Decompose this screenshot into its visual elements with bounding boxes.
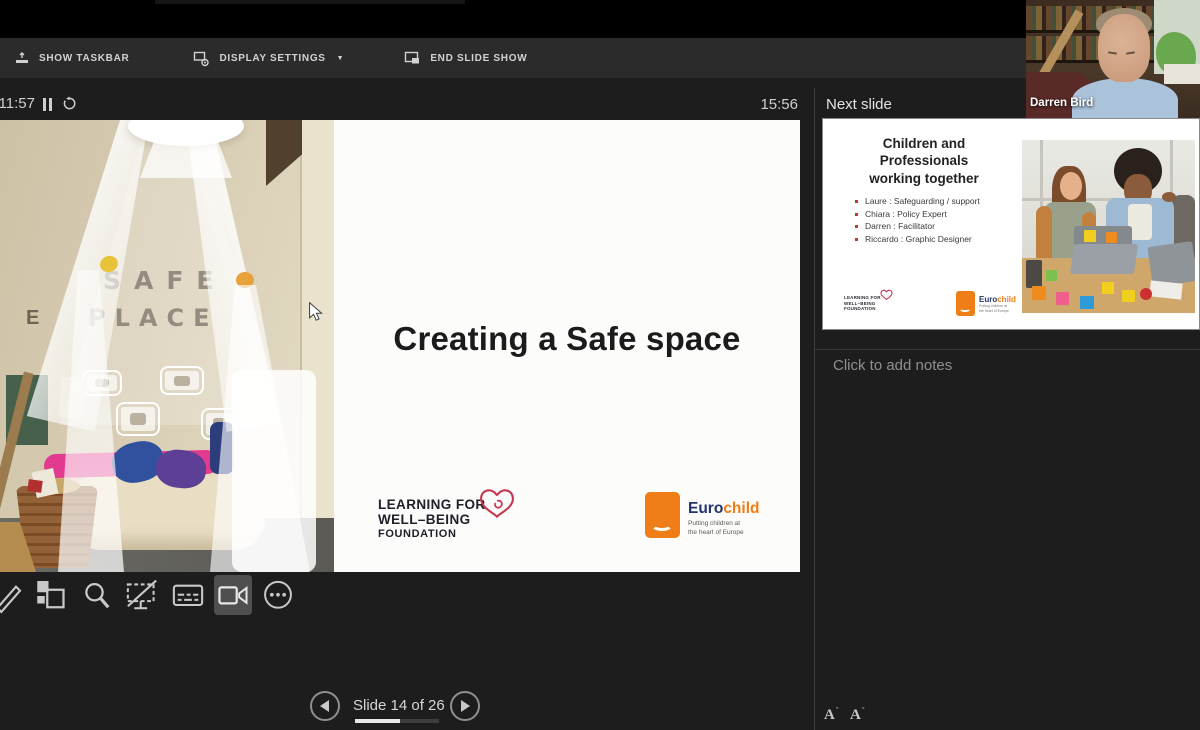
next-slide-header: Next slide	[826, 96, 892, 113]
bullet-item: Darren : Facilitator	[855, 221, 980, 231]
increase-font-button[interactable]: Aˆ	[824, 706, 839, 724]
ellipsis-icon	[262, 578, 294, 614]
camera-icon	[217, 578, 249, 614]
lfwb-logo-mini: LEARNING FOR WELL–BEING FOUNDATION	[844, 295, 881, 312]
webcam-participant-name: Darren Bird	[1030, 97, 1093, 109]
bullet-item: Chiara : Policy Expert	[855, 209, 980, 219]
slide-progress-fill	[355, 719, 400, 723]
slide-title: Creating a Safe space	[334, 320, 800, 358]
captions-icon	[171, 578, 205, 614]
restart-timer-icon	[62, 96, 77, 111]
taskbar-icon	[14, 50, 30, 66]
zoom-slide-button[interactable]	[82, 578, 112, 619]
decrease-font-button[interactable]: Aˇ	[850, 706, 865, 724]
slide-progress-bar	[355, 719, 439, 723]
mouse-cursor	[309, 302, 323, 322]
display-settings-caret: ▼	[337, 55, 345, 62]
lfwb-line1: LEARNING FOR	[378, 497, 486, 512]
slide-counter: Slide 14 of 26	[353, 697, 445, 714]
show-taskbar-button[interactable]: SHOW TASKBAR	[14, 50, 129, 66]
bullet-item: Laure : Safeguarding / support	[855, 196, 980, 206]
next-slide-button[interactable]	[450, 691, 480, 721]
black-screen-icon	[125, 578, 159, 614]
bullet-item: Riccardo : Graphic Designer	[855, 234, 980, 244]
lfwb-heart-icon	[478, 487, 516, 521]
presenter-toolbar: SHOW TASKBAR DISPLAY SETTINGS ▼ END SLID…	[0, 38, 1200, 78]
show-taskbar-label: SHOW TASKBAR	[39, 53, 129, 64]
lfwb-line3: FOUNDATION	[378, 528, 486, 540]
display-settings-button[interactable]: DISPLAY SETTINGS ▼	[193, 50, 344, 67]
current-slide[interactable]: SAFE PLACE E	[0, 120, 800, 572]
next-slide-photo	[1022, 140, 1195, 313]
elapsed-timer: 0:11:57	[0, 95, 42, 115]
eurochild-smile-icon	[956, 291, 975, 316]
black-screen-button[interactable]	[125, 578, 159, 619]
more-options-button[interactable]	[262, 578, 294, 619]
panel-divider	[814, 88, 815, 730]
eurochild-brand-euro: Euro	[688, 500, 723, 517]
top-black-strip	[0, 0, 1200, 38]
webcam-video[interactable]: Darren Bird	[1026, 0, 1200, 118]
see-all-slides-button[interactable]	[36, 578, 66, 619]
next-slide-preview[interactable]: Children and Professionals working toget…	[822, 118, 1200, 330]
pause-timer-button[interactable]	[43, 98, 55, 111]
restart-timer-button[interactable]	[62, 96, 77, 116]
elapsed-timer-value: 0:11:57	[0, 95, 35, 112]
eurochild-tagline-2: the heart of Europe	[688, 529, 759, 538]
notes-placeholder[interactable]: Click to add notes	[833, 357, 952, 374]
eurochild-logo: Eurochild Putting children at the heart …	[645, 492, 759, 538]
presenter-view-screen: SHOW TASKBAR DISPLAY SETTINGS ▼ END SLID…	[0, 0, 1200, 730]
previous-slide-button[interactable]	[310, 691, 340, 721]
safe-space-photo: SAFE PLACE E	[0, 120, 334, 572]
photo-decor	[27, 479, 43, 493]
end-slide-show-button[interactable]: END SLIDE SHOW	[404, 50, 527, 67]
next-slide-bullets: Laure : Safeguarding / support Chiara : …	[855, 196, 980, 246]
display-settings-icon	[193, 50, 210, 67]
see-all-slides-icon	[36, 578, 66, 614]
lfwb-line2: WELL–BEING	[378, 512, 486, 527]
display-settings-label: DISPLAY SETTINGS	[219, 53, 325, 64]
previous-arrow-icon	[314, 700, 329, 712]
eurochild-brand-child: child	[723, 500, 759, 517]
end-slide-show-label: END SLIDE SHOW	[430, 53, 527, 64]
photo-decor	[266, 120, 302, 186]
lfwb-heart-icon	[880, 289, 893, 301]
eurochild-logo-mini: Eurochild Putting children at the heart …	[956, 291, 1016, 316]
photo-wall-stray-letter: E	[26, 307, 39, 330]
photo-decor	[232, 370, 316, 572]
pen-tools-button[interactable]	[0, 578, 24, 619]
top-strip-segment	[155, 0, 465, 4]
notes-divider	[815, 349, 1200, 350]
end-slide-show-icon	[404, 50, 421, 67]
camera-button[interactable]	[217, 578, 249, 619]
eurochild-smile-icon	[645, 492, 680, 538]
eurochild-tagline-1: Putting children at	[688, 520, 759, 529]
next-arrow-icon	[461, 700, 476, 712]
lfwb-logo: LEARNING FOR WELL–BEING FOUNDATION	[378, 497, 486, 541]
next-slide-title: Children and Professionals working toget…	[833, 135, 1015, 187]
pen-icon	[0, 578, 24, 614]
current-time: 15:56	[752, 96, 798, 113]
captions-button[interactable]	[171, 578, 205, 619]
magnifier-icon	[82, 578, 112, 614]
